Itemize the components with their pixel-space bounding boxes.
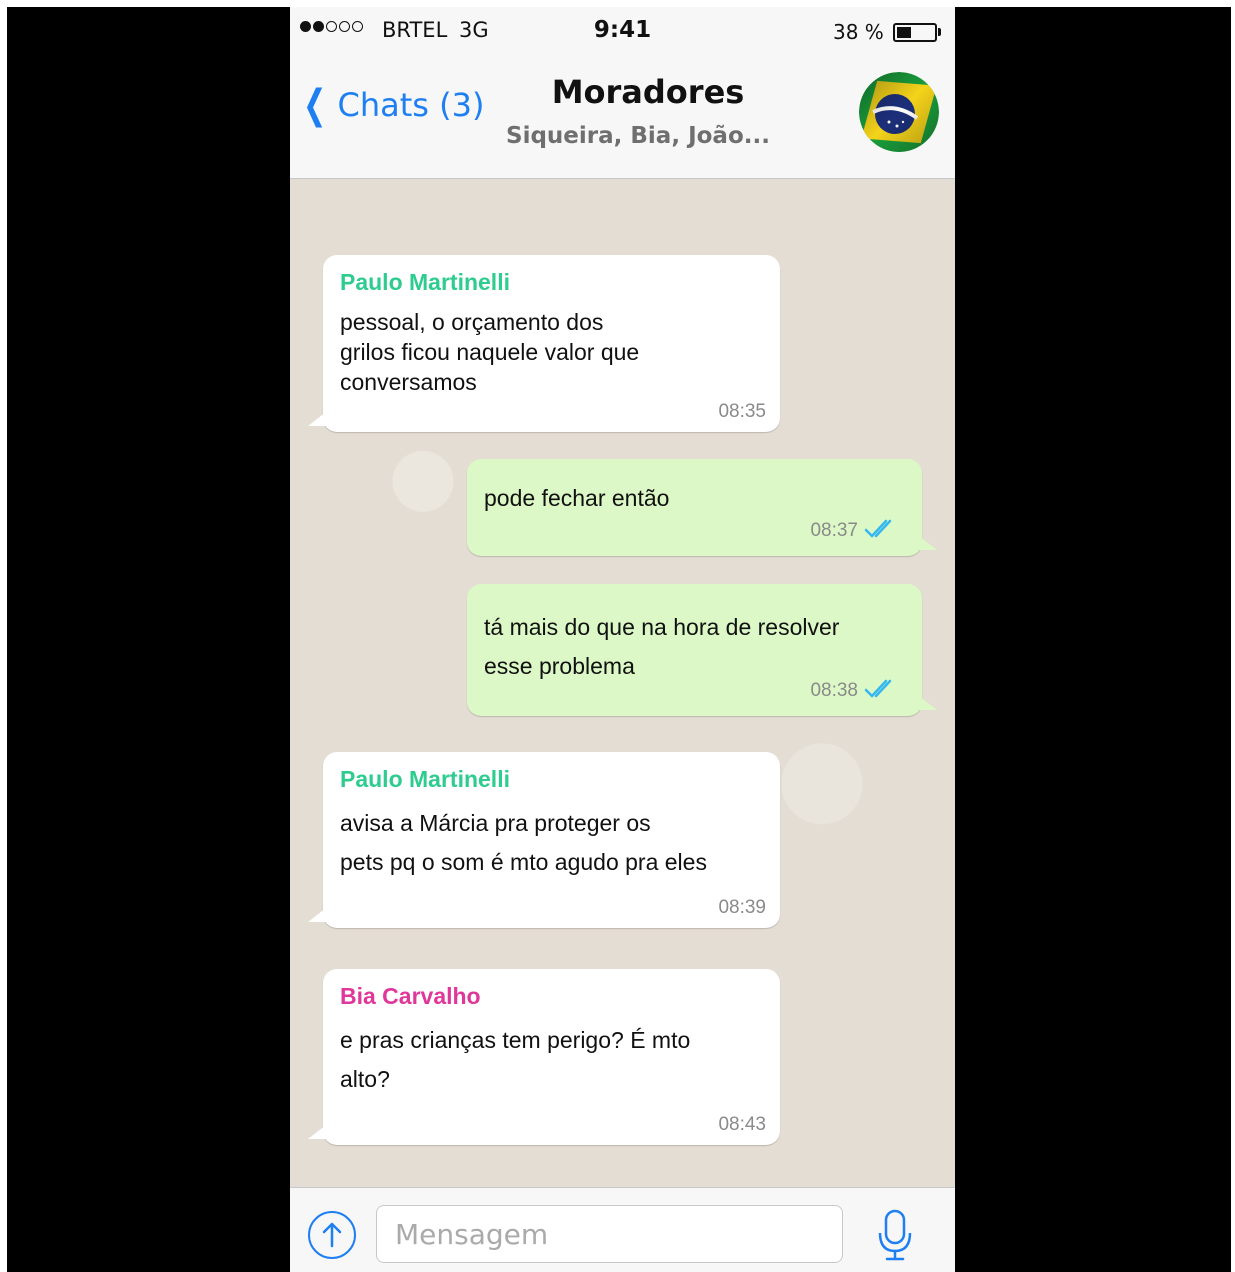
chat-title[interactable]: Moradores (490, 73, 806, 111)
message-bubble[interactable]: Paulo Martinelli avisa a Márcia pra prot… (308, 752, 780, 928)
sender-name: Bia Carvalho (340, 983, 481, 1009)
sender-name: Paulo Martinelli (340, 269, 510, 295)
sender-name: Paulo Martinelli (340, 766, 510, 792)
message-time: 08:39 (718, 897, 766, 918)
brazil-flag-icon (859, 72, 939, 152)
status-bar: BRTEL 3G 9:41 38 % (290, 7, 955, 55)
message-time: 08:38 (810, 680, 858, 701)
battery-icon (893, 23, 937, 42)
message-time: 08:37 (810, 520, 858, 541)
chevron-left-icon: ❮ (303, 83, 327, 127)
message-text: pessoal, o orçamento dos grilos ficou na… (340, 309, 640, 395)
message-bubble[interactable]: tá mais do que na hora de resolver esse … (467, 584, 937, 716)
message-text: e pras crianças tem perigo? É mto alto? (340, 1027, 691, 1092)
message-list[interactable]: Paulo Martinelli pessoal, o orçamento do… (290, 179, 955, 1187)
phone-screen: BRTEL 3G 9:41 38 % ❮ Chats (3) Moradores… (290, 7, 955, 1272)
battery-percent: 38 % (833, 20, 884, 44)
attach-button[interactable] (308, 1211, 356, 1259)
message-input[interactable] (376, 1205, 843, 1263)
microphone-icon (878, 1209, 912, 1261)
read-receipt-icon (864, 519, 892, 538)
left-black-border (7, 7, 290, 1272)
microphone-button[interactable] (877, 1207, 913, 1263)
compose-bar (290, 1187, 955, 1272)
message-bubble[interactable]: pode fechar então 08:37 (467, 459, 937, 556)
battery-tip (938, 28, 941, 36)
back-button[interactable]: ❮ Chats (3) (298, 85, 484, 125)
chat-participants[interactable]: Siqueira, Bia, João... (480, 123, 796, 149)
chat-header: ❮ Chats (3) Moradores Siqueira, Bia, Joã… (290, 55, 955, 179)
message-time: 08:35 (718, 401, 766, 422)
message-text: avisa a Márcia pra proteger os pets pq o… (340, 810, 707, 875)
right-black-border (955, 7, 1231, 1272)
message-bubble[interactable]: Bia Carvalho e pras crianças tem perigo?… (308, 969, 780, 1145)
back-label: Chats (3) (337, 86, 485, 124)
battery-fill (897, 27, 911, 38)
group-avatar[interactable] (859, 72, 939, 152)
read-receipt-icon (864, 679, 892, 698)
message-time: 08:43 (718, 1114, 766, 1135)
message-text: pode fechar então (484, 485, 670, 511)
message-bubble[interactable]: Paulo Martinelli pessoal, o orçamento do… (308, 255, 780, 432)
message-text: tá mais do que na hora de resolver esse … (484, 614, 840, 679)
upload-arrow-icon (322, 1222, 342, 1248)
